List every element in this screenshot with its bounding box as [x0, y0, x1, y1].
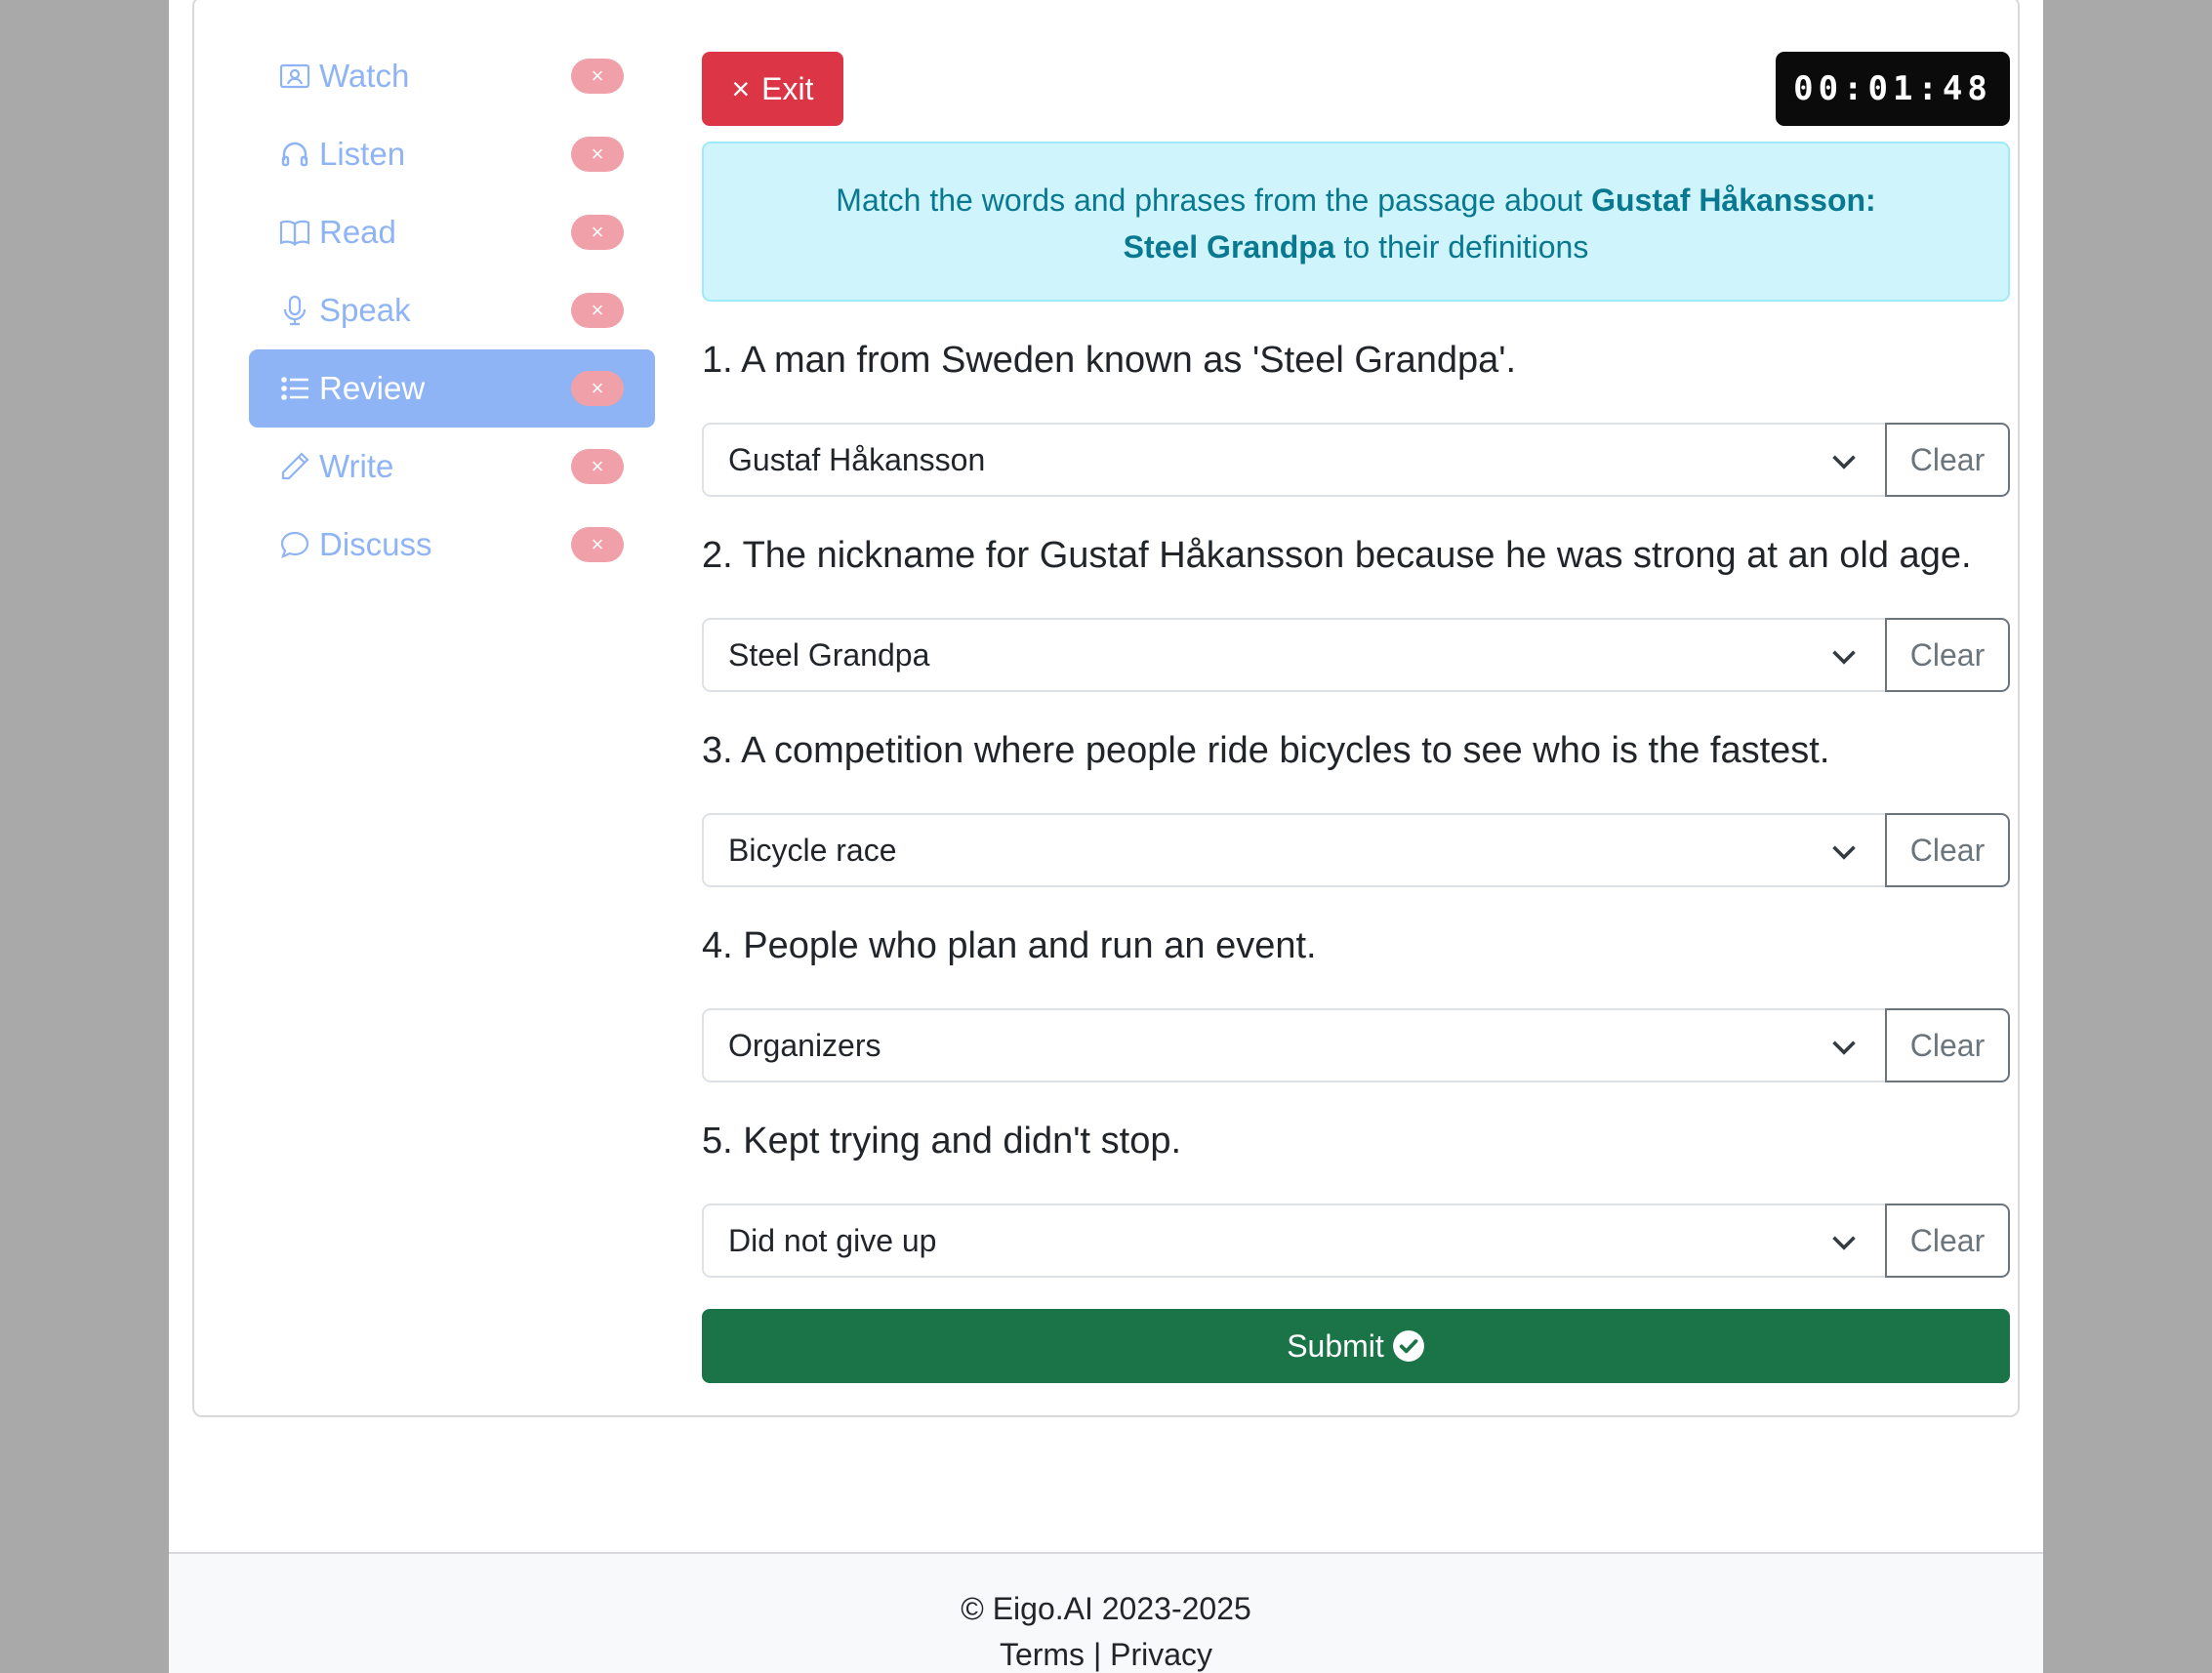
sidebar-item-write[interactable]: Write ×: [249, 428, 655, 506]
answer-select[interactable]: Bicycle race: [702, 813, 1885, 887]
remove-badge[interactable]: ×: [571, 215, 624, 250]
book-icon: [278, 216, 311, 249]
question-text: 3. A competition where people ride bicyc…: [702, 730, 1830, 771]
sidebar-nav: Watch × Listen × Read × Speak × Review ×…: [249, 37, 655, 584]
sidebar-item-label: Discuss: [319, 526, 432, 562]
footer: © Eigo.AI 2023-2025 Terms | Privacy: [169, 1552, 2043, 1673]
sidebar-item-label: Review: [319, 370, 426, 406]
answer-select[interactable]: Organizers: [702, 1008, 1885, 1082]
sidebar-item-label: Write: [319, 448, 394, 484]
clear-button[interactable]: Clear: [1885, 1008, 2010, 1082]
answer-select[interactable]: Gustaf Håkansson: [702, 423, 1885, 497]
answer-row: Bicycle race Clear: [702, 813, 2010, 887]
copyright-text: © Eigo.AI 2023-2025: [961, 1591, 1251, 1626]
footer-separator: |: [1085, 1637, 1111, 1672]
remove-badge[interactable]: ×: [571, 59, 624, 94]
chevron-down-icon: [1832, 1236, 1856, 1250]
chevron-down-icon: [1832, 845, 1856, 860]
pencil-icon: [278, 450, 311, 483]
answer-value: Gustaf Håkansson: [728, 441, 986, 477]
privacy-link[interactable]: Privacy: [1110, 1637, 1212, 1672]
terms-link[interactable]: Terms: [1000, 1637, 1085, 1672]
answer-select[interactable]: Steel Grandpa: [702, 618, 1885, 692]
sidebar-item-label: Watch: [319, 58, 410, 94]
answer-value: Bicycle race: [728, 832, 897, 868]
timer: 00:01:48: [1776, 52, 2010, 126]
submit-label: Submit: [1287, 1327, 1384, 1364]
answer-value: Did not give up: [728, 1222, 937, 1258]
exit-label: Exit: [761, 70, 814, 106]
chat-icon: [278, 528, 311, 561]
sidebar-item-listen[interactable]: Listen ×: [249, 115, 655, 193]
remove-badge[interactable]: ×: [571, 137, 624, 172]
remove-badge[interactable]: ×: [571, 449, 624, 484]
sidebar-item-label: Listen: [319, 136, 406, 172]
instructions-suffix: to their definitions: [1334, 229, 1589, 265]
check-circle-icon: [1392, 1330, 1424, 1362]
sidebar-item-watch[interactable]: Watch ×: [249, 37, 655, 115]
close-icon: ×: [731, 70, 751, 106]
remove-badge[interactable]: ×: [571, 371, 624, 406]
list-icon: [278, 372, 311, 405]
sidebar-item-label: Speak: [319, 292, 411, 328]
question-text: 5. Kept trying and didn't stop.: [702, 1121, 1182, 1162]
sidebar-item-read[interactable]: Read ×: [249, 193, 655, 271]
person-video-icon: [278, 60, 311, 93]
page: Watch × Listen × Read × Speak × Review ×…: [169, 0, 2043, 1673]
clear-button[interactable]: Clear: [1885, 813, 2010, 887]
submit-button[interactable]: Submit: [702, 1309, 2010, 1383]
answer-row: Did not give up Clear: [702, 1204, 2010, 1278]
chevron-down-icon: [1832, 650, 1856, 665]
answer-row: Steel Grandpa Clear: [702, 618, 2010, 692]
remove-badge[interactable]: ×: [571, 527, 624, 562]
answer-row: Organizers Clear: [702, 1008, 2010, 1082]
instructions-alert: Match the words and phrases from the pas…: [702, 142, 2010, 302]
clear-button[interactable]: Clear: [1885, 1204, 2010, 1278]
chevron-down-icon: [1832, 1041, 1856, 1055]
footer-links: Terms | Privacy: [169, 1637, 2043, 1673]
sidebar-item-speak[interactable]: Speak ×: [249, 271, 655, 349]
question-text: 2. The nickname for Gustaf Håkansson bec…: [702, 535, 1972, 576]
answer-value: Organizers: [728, 1027, 881, 1063]
clear-button[interactable]: Clear: [1885, 618, 2010, 692]
answer-value: Steel Grandpa: [728, 636, 930, 673]
sidebar-item-label: Read: [319, 214, 396, 250]
chevron-down-icon: [1832, 455, 1856, 469]
sidebar-item-review[interactable]: Review ×: [249, 349, 655, 428]
headphones-icon: [278, 138, 311, 171]
lesson-card: Watch × Listen × Read × Speak × Review ×…: [192, 0, 2020, 1417]
question-text: 1. A man from Sweden known as 'Steel Gra…: [702, 340, 1517, 381]
clear-button[interactable]: Clear: [1885, 423, 2010, 497]
instructions-prefix: Match the words and phrases from the pas…: [836, 183, 1592, 218]
remove-badge[interactable]: ×: [571, 293, 624, 328]
exit-button[interactable]: × Exit: [702, 52, 843, 126]
question-text: 4. People who plan and run an event.: [702, 925, 1317, 966]
answer-select[interactable]: Did not give up: [702, 1204, 1885, 1278]
mic-icon: [278, 294, 311, 327]
sidebar-item-discuss[interactable]: Discuss ×: [249, 506, 655, 584]
answer-row: Gustaf Håkansson Clear: [702, 423, 2010, 497]
